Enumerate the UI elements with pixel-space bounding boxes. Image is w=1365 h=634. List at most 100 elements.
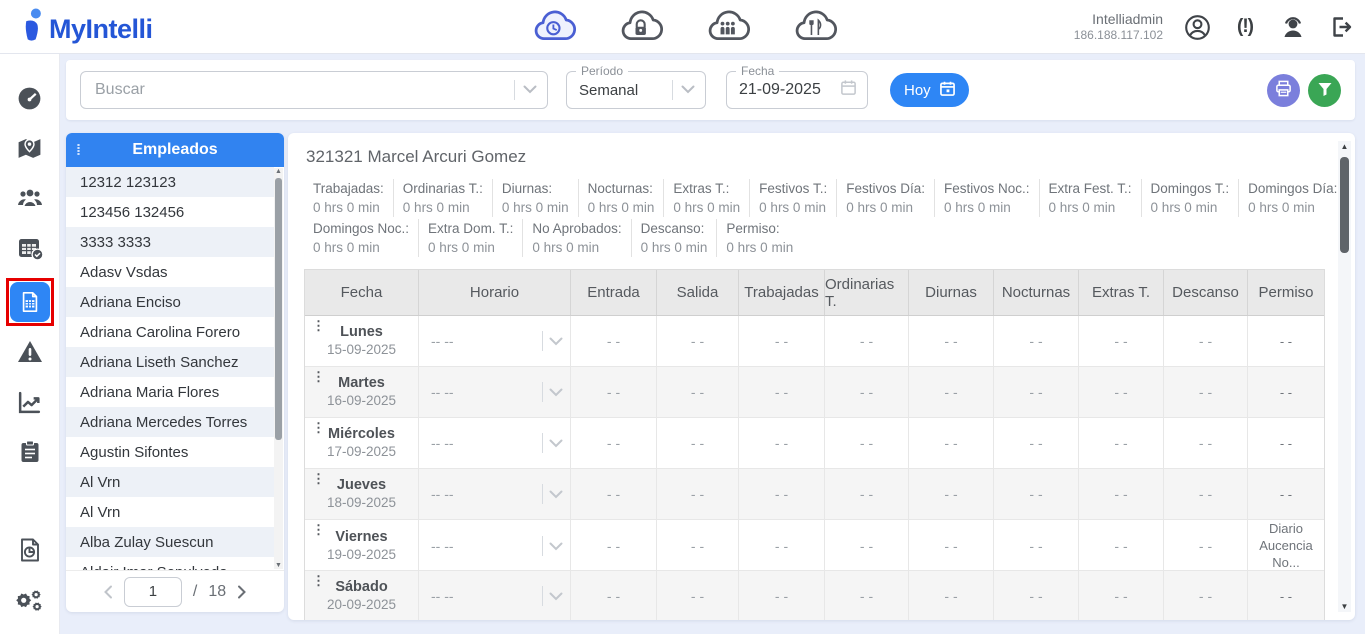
summary-label: Extra Dom. T.: xyxy=(428,219,513,238)
summary-value: 0 hrs 0 min xyxy=(944,198,1030,217)
employee-list-item[interactable]: Al Vrn xyxy=(66,497,274,527)
calendar-check-icon[interactable] xyxy=(10,228,50,268)
print-button[interactable] xyxy=(1267,74,1300,107)
summary-label: Domingos Noc.: xyxy=(313,219,409,238)
chevron-down-icon[interactable] xyxy=(549,538,563,554)
permiso-line-1: - - xyxy=(1280,588,1292,605)
employee-list-item[interactable]: Al Vrn xyxy=(66,467,274,497)
employees-panel: ⁞ Empleados 12312 123123 123456 132456 3… xyxy=(66,133,284,612)
permiso-cell: - - xyxy=(1248,469,1324,519)
day-name: Martes xyxy=(338,375,385,392)
employee-list-item[interactable]: Adriana Carolina Forero xyxy=(66,317,274,347)
chart-icon[interactable] xyxy=(10,382,50,422)
warning-icon[interactable] xyxy=(10,332,50,372)
date-label: Fecha xyxy=(736,64,779,78)
ordinarias-cell: - - xyxy=(825,418,909,468)
horario-value: -- -- xyxy=(431,588,454,604)
employees-panel-header[interactable]: ⁞ Empleados xyxy=(66,133,284,167)
table-row: ⋮ Viernes 19-09-2025 -- -- - - xyxy=(305,520,1324,571)
employee-list-item[interactable]: 12312 123123 xyxy=(66,167,274,197)
scroll-down-icon[interactable]: ▼ xyxy=(274,562,283,569)
scrollbar-thumb[interactable] xyxy=(1340,157,1349,253)
timesheet-icon[interactable] xyxy=(10,282,50,322)
row-menu-icon[interactable]: ⋮ xyxy=(312,321,325,330)
scroll-down-icon[interactable]: ▼ xyxy=(1338,602,1351,611)
dining-cloud-icon[interactable] xyxy=(793,6,837,48)
time-cloud-icon[interactable] xyxy=(532,6,576,48)
chevron-down-icon[interactable] xyxy=(549,588,563,604)
employee-list-item[interactable]: Agustin Sifontes xyxy=(66,437,274,467)
employee-list-item[interactable]: Adriana Liseth Sanchez xyxy=(66,347,274,377)
main-scrollbar[interactable]: ▲ ▼ xyxy=(1338,141,1351,612)
horario-select[interactable]: -- -- xyxy=(419,571,571,620)
chevron-down-icon[interactable] xyxy=(681,81,695,99)
salida-cell: - - xyxy=(657,469,739,519)
chevron-down-icon[interactable] xyxy=(549,486,563,502)
employee-list-item[interactable]: Alba Zulay Suescun xyxy=(66,527,274,557)
employee-list-item[interactable]: Adriana Enciso xyxy=(66,287,274,317)
summary-label: Festivos T.: xyxy=(759,179,827,198)
calendar-icon[interactable] xyxy=(840,79,857,101)
search-box[interactable] xyxy=(80,71,548,109)
date-field[interactable]: Fecha 21-09-2025 xyxy=(726,71,868,109)
row-menu-icon[interactable]: ⋮ xyxy=(312,525,325,534)
employee-list-item[interactable]: Aldair Imar Sepulveda xyxy=(66,557,274,570)
app-logo[interactable]: MyIntelli xyxy=(22,8,153,46)
chevron-down-icon[interactable] xyxy=(549,384,563,400)
employee-list-item[interactable]: Adasv Vsdas xyxy=(66,257,274,287)
horario-select[interactable]: -- -- xyxy=(419,367,571,417)
support-icon[interactable] xyxy=(1279,13,1307,41)
column-header: Salida xyxy=(657,270,739,315)
user-circle-icon[interactable] xyxy=(1183,13,1211,41)
visitors-cloud-icon[interactable] xyxy=(706,6,750,48)
summary-item: Ordinarias T.: 0 hrs 0 min xyxy=(394,179,493,217)
row-menu-icon[interactable]: ⋮ xyxy=(312,576,325,585)
scroll-up-icon[interactable]: ▲ xyxy=(274,168,283,175)
employee-list-item[interactable]: 123456 132456 xyxy=(66,197,274,227)
summary-value: 0 hrs 0 min xyxy=(641,238,708,257)
page-prev-icon[interactable] xyxy=(103,585,113,599)
date-value: 21-09-2025 xyxy=(739,81,840,99)
ordinarias-cell: - - xyxy=(825,367,909,417)
summary-value: 0 hrs 0 min xyxy=(313,198,384,217)
people-icon[interactable] xyxy=(10,178,50,218)
report-icon[interactable] xyxy=(10,530,50,570)
period-select[interactable]: Período Semanal xyxy=(566,71,706,109)
summary-label: Festivos Día: xyxy=(846,179,925,198)
chevron-down-icon[interactable] xyxy=(523,81,537,99)
scrollbar-thumb[interactable] xyxy=(275,178,282,440)
page-input[interactable] xyxy=(124,577,182,607)
horario-select[interactable]: -- -- xyxy=(419,469,571,519)
horario-select[interactable]: -- -- xyxy=(419,316,571,366)
security-cloud-icon[interactable] xyxy=(619,6,663,48)
summary-item: Extras T.: 0 hrs 0 min xyxy=(664,179,750,217)
employee-list-scrollbar[interactable]: ▲ ▼ xyxy=(274,168,283,569)
map-icon[interactable] xyxy=(10,128,50,168)
employee-list-item[interactable]: Adriana Mercedes Torres xyxy=(66,407,274,437)
summary-value: 0 hrs 0 min xyxy=(726,238,793,257)
summary-value: 0 hrs 0 min xyxy=(846,198,925,217)
filter-button[interactable] xyxy=(1308,74,1341,107)
salida-cell: - - xyxy=(657,316,739,366)
settings-icon[interactable] xyxy=(10,580,50,620)
fecha-cell: ⋮ Lunes 15-09-2025 xyxy=(305,316,419,366)
employee-list-item[interactable]: Adriana Maria Flores xyxy=(66,377,274,407)
fecha-cell: ⋮ Viernes 19-09-2025 xyxy=(305,520,419,571)
page-next-icon[interactable] xyxy=(237,585,247,599)
alert-icon[interactable]: (!) xyxy=(1231,13,1259,41)
logout-icon[interactable] xyxy=(1327,13,1355,41)
scroll-up-icon[interactable]: ▲ xyxy=(1338,142,1351,151)
today-button[interactable]: Hoy xyxy=(890,73,969,107)
dashboard-icon[interactable] xyxy=(10,78,50,118)
horario-select[interactable]: -- -- xyxy=(419,418,571,468)
chevron-down-icon[interactable] xyxy=(549,333,563,349)
row-menu-icon[interactable]: ⋮ xyxy=(312,372,325,381)
clipboard-icon[interactable] xyxy=(10,432,50,472)
drag-handle-icon[interactable]: ⁞ xyxy=(76,142,92,159)
row-menu-icon[interactable]: ⋮ xyxy=(312,423,325,432)
row-menu-icon[interactable]: ⋮ xyxy=(312,474,325,483)
search-input[interactable] xyxy=(95,81,506,99)
employee-list-item[interactable]: 3333 3333 xyxy=(66,227,274,257)
horario-select[interactable]: -- -- xyxy=(419,520,571,571)
chevron-down-icon[interactable] xyxy=(549,435,563,451)
